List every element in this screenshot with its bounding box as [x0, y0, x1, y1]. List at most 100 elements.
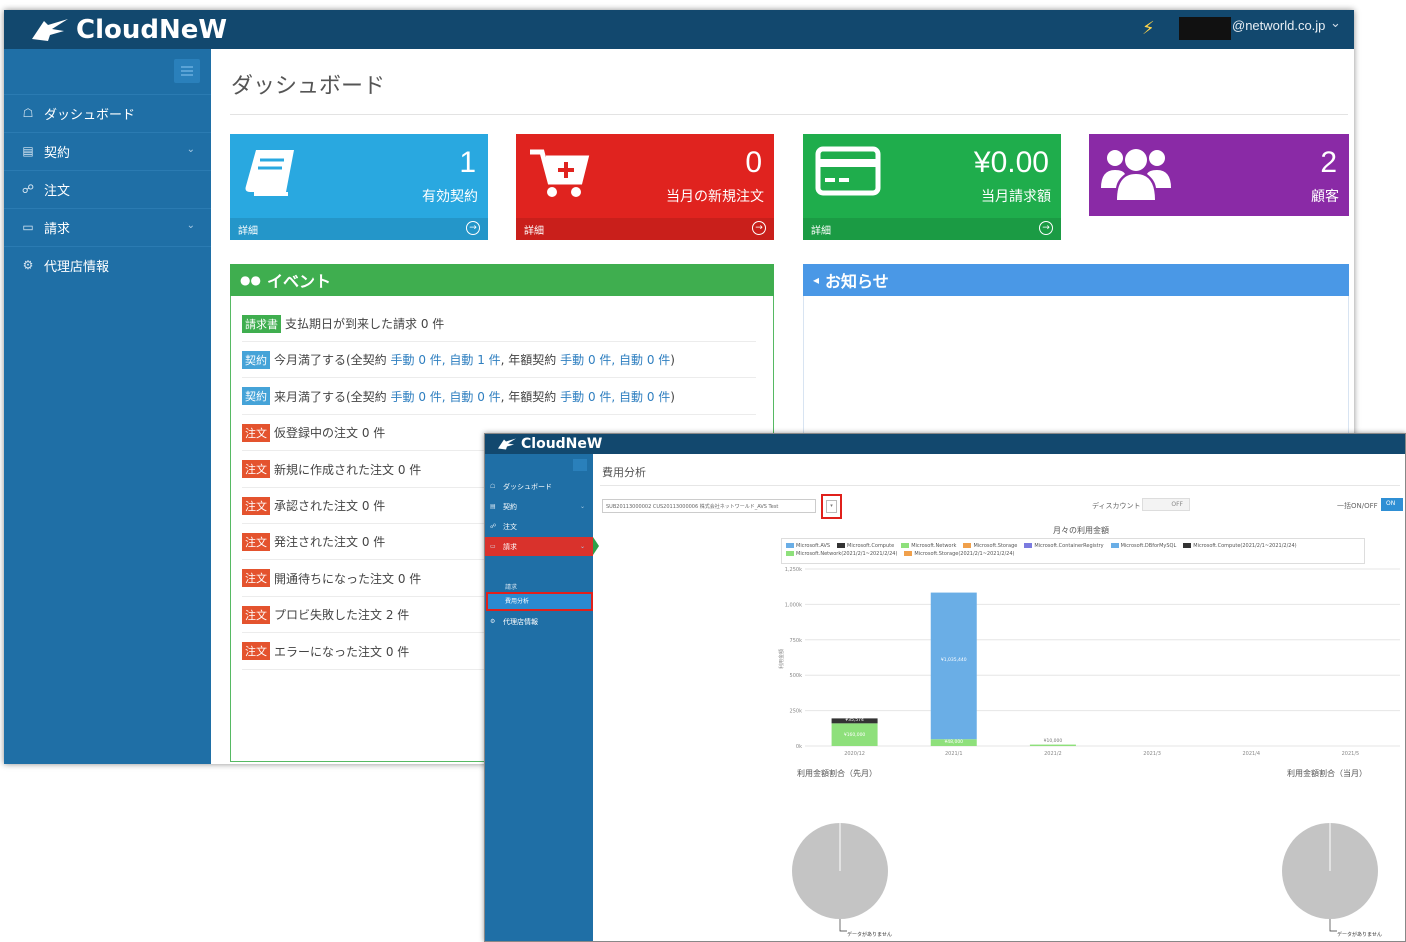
card-value: 0 [745, 146, 762, 179]
legend-swatch [1183, 543, 1192, 548]
card-value: 2 [1320, 146, 1337, 179]
x-tick-label: 2021/4 [1242, 751, 1260, 757]
event-text-part: プロビ失敗した注文 2 件 [274, 608, 410, 623]
y-tick-label: 500k [790, 673, 803, 679]
event-text-part: 来月満了する(全契約 [274, 389, 391, 404]
stat-card-active-contracts: 1 有効契約 詳細 → [230, 134, 488, 240]
subscription-select[interactable]: SUB20113000002 CUS20113000006 株式会社ネットワール… [602, 499, 816, 513]
sidebar-item-label: 注文 [503, 522, 517, 531]
top-header: CloudNeW ⚡ @networld.co.jp ⌄ [4, 10, 1354, 49]
sidebar-item-contracts[interactable]: ▤ 契約 ⌄ [4, 132, 211, 169]
pie-curr-label: 利用金額割合（当月） [1287, 769, 1367, 778]
event-text-part: 発注された注文 0 件 [274, 535, 386, 550]
event-link[interactable]: 手動 0 件, 自動 0 件 [560, 390, 670, 404]
title-divider [230, 114, 1348, 115]
legend-item[interactable]: Microsoft.ContainerRegistry [1024, 542, 1104, 550]
legend-item[interactable]: Microsoft.Storage(2021/2/1~2021/2/24) [904, 550, 1015, 558]
event-row[interactable]: 契約 来月満了する(全契約 手動 0 件, 自動 0 件, 年額契約 手動 0 件… [242, 379, 756, 415]
legend-item[interactable]: Microsoft.Storage [963, 542, 1017, 550]
bolt-icon[interactable]: ⚡ [1142, 18, 1155, 39]
sidebar-toggle-button[interactable] [174, 59, 200, 83]
legend-swatch [786, 543, 794, 548]
overlay-subitem-billing[interactable]: 請求 [505, 582, 517, 591]
legend-item[interactable]: Microsoft.Network [901, 542, 956, 550]
pie-prev-no-data: データがありません [847, 932, 892, 938]
overlay-subitem-cost-analysis[interactable]: 費用分析 [486, 592, 593, 611]
event-link[interactable]: 手動 0 件, 自動 1 件 [391, 353, 501, 367]
event-text-part: , 年額契約 [500, 353, 561, 368]
x-tick-label: 2021/1 [945, 751, 963, 757]
legend-item[interactable]: Microsoft.Compute(2021/2/1~2021/2/24) [1183, 542, 1297, 550]
legend-item[interactable]: Microsoft.Compute [837, 542, 894, 550]
book-icon: ▤ [490, 503, 496, 510]
chevron-down-icon[interactable]: ⌄ [1330, 16, 1341, 31]
event-text-part: , 年額契約 [500, 389, 561, 404]
legend-swatch [786, 551, 794, 556]
sidebar-item-agency-info[interactable]: ⚙ 代理店情報 [4, 246, 211, 283]
users-icon: ●● [240, 273, 261, 287]
event-text: 来月満了する(全契約 手動 0 件, 自動 0 件, 年額契約 手動 0 件, … [274, 388, 675, 405]
gears-icon: ⚙ [22, 258, 34, 272]
gears-icon: ⚙ [490, 618, 496, 625]
card-icon: ▭ [22, 220, 34, 234]
card-label: 当月請求額 [981, 189, 1051, 205]
book-icon: ▤ [22, 144, 34, 158]
overlay-sidebar-item-agency-info[interactable]: ⚙ 代理店情報 [485, 612, 593, 631]
y-tick-label: 750k [790, 638, 803, 644]
event-link[interactable]: 手動 0 件, 自動 0 件 [391, 390, 501, 404]
card-footer-label: 詳細 [238, 226, 258, 237]
event-badge: 注文 [242, 605, 270, 624]
discount-toggle-state: OFF [1171, 501, 1183, 508]
legend-item[interactable]: Microsoft.Network(2021/2/1~2021/2/24) [786, 550, 897, 558]
bulk-toggle-state: ON [1386, 500, 1396, 507]
legend-item[interactable]: Microsoft.AVS [786, 542, 830, 550]
overlay-sidebar-item-contracts[interactable]: ▤ 契約 ⌄ [485, 497, 593, 516]
card-footer-label: 詳細 [811, 226, 831, 237]
y-tick-label: 250k [790, 709, 803, 715]
overlay-brand-logo[interactable]: CloudNeW [497, 436, 602, 452]
event-text-part: 承認された注文 0 件 [274, 499, 386, 513]
overlay-sidebar-item-orders[interactable]: ☍ 注文 [485, 517, 593, 536]
event-row[interactable]: 請求書 支払期日が到来した請求 0 件 [242, 306, 756, 342]
events-title: イベント [266, 272, 331, 291]
sidebar-item-label: 契約 [503, 502, 517, 511]
card-label: 有効契約 [422, 189, 478, 205]
x-tick-label: 2020/12 [844, 751, 865, 757]
y-axis-label: 利用金額 [778, 649, 785, 669]
select-dropdown-button[interactable]: ▾ [821, 494, 842, 519]
legend-swatch [1024, 543, 1033, 548]
event-text-part: 支払期日が到来した請求 0 件 [285, 317, 445, 331]
overlay-sidebar-item-dashboard[interactable]: ☖ ダッシュボード [485, 477, 593, 496]
arrow-right-circle-icon: → [752, 221, 766, 235]
event-badge: 契約 [242, 350, 270, 369]
bar-segment [930, 592, 977, 740]
card-value: 1 [459, 146, 476, 179]
legend-swatch [837, 543, 846, 548]
legend-swatch [963, 543, 972, 548]
brand-name: CloudNeW [76, 15, 228, 45]
arrow-right-circle-icon: → [466, 221, 480, 235]
y-tick-label: 0k [796, 744, 802, 750]
chevron-down-icon: ⌄ [186, 144, 195, 155]
brand-logo[interactable]: CloudNeW [30, 15, 227, 45]
sidebar-item-label: ダッシュボード [503, 482, 552, 491]
legend-item[interactable]: Microsoft.DBforMySQL [1110, 542, 1176, 550]
overlay-sidebar-item-billing[interactable]: ▭ 請求 ⌄ [485, 537, 593, 556]
card-footer-link[interactable]: 詳細 → [516, 218, 774, 240]
sidebar-item-dashboard[interactable]: ☖ ダッシュボード [4, 94, 211, 131]
sidebar-item-label: 注文 [44, 183, 71, 199]
cart-icon: ☍ [21, 182, 35, 196]
user-email[interactable]: @networld.co.jp [1232, 18, 1325, 33]
event-link[interactable]: 手動 0 件, 自動 0 件 [560, 353, 670, 367]
discount-toggle[interactable]: OFF [1142, 498, 1190, 511]
events-panel-header: ●● イベント [230, 264, 774, 296]
bulk-toggle[interactable]: ON [1381, 498, 1403, 511]
bar-segment [1029, 744, 1076, 746]
card-footer-link[interactable]: 詳細 → [230, 218, 488, 240]
legend-label: Microsoft.Compute [847, 543, 895, 549]
sidebar-toggle-button[interactable] [573, 459, 587, 471]
card-footer-link[interactable]: 詳細 → [803, 218, 1061, 240]
sidebar-item-billing[interactable]: ▭ 請求 ⌄ [4, 208, 211, 245]
sidebar-item-orders[interactable]: ☍ 注文 [4, 170, 211, 207]
event-row[interactable]: 契約 今月満了する(全契約 手動 0 件, 自動 1 件, 年額契約 手動 0 件… [242, 342, 756, 379]
